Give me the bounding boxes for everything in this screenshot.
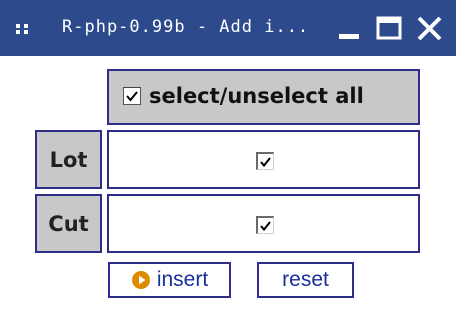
app-window: R-php-0.99b - Add i... select/unselect a… <box>0 0 456 325</box>
row-cell-lot <box>107 130 420 189</box>
reset-label: reset <box>282 268 329 291</box>
reset-button[interactable]: reset <box>257 262 354 298</box>
row-label-text: Cut <box>48 212 89 236</box>
lot-checkbox[interactable] <box>256 152 274 170</box>
cut-checkbox[interactable] <box>256 216 274 234</box>
checkmark-icon <box>260 221 271 232</box>
close-icon <box>417 16 442 41</box>
insert-label: insert <box>156 268 209 291</box>
checkmark-icon <box>260 157 271 168</box>
minimize-icon <box>339 34 359 39</box>
form-area: select/unselect all Lot Cut insert reset <box>0 56 456 325</box>
maximize-button[interactable] <box>375 14 405 44</box>
window-title: R-php-0.99b - Add i... <box>62 17 310 37</box>
checkmark-icon <box>126 91 138 102</box>
select-all-control[interactable]: select/unselect all <box>123 84 364 108</box>
row-cell-cut <box>107 194 420 253</box>
select-all-checkbox[interactable] <box>123 87 141 105</box>
row-label-lot: Lot <box>35 130 102 189</box>
minimize-button[interactable] <box>335 14 365 44</box>
select-all-label: select/unselect all <box>149 84 364 108</box>
select-all-header: select/unselect all <box>107 69 420 125</box>
row-label-text: Lot <box>49 148 88 172</box>
close-button[interactable] <box>415 14 445 44</box>
row-label-cut: Cut <box>35 194 102 253</box>
title-bar[interactable]: R-php-0.99b - Add i... <box>0 0 456 56</box>
play-circle-icon <box>131 271 150 289</box>
insert-button[interactable]: insert <box>108 262 231 298</box>
menu-grip-icon[interactable] <box>16 24 30 34</box>
maximize-icon <box>376 16 402 40</box>
